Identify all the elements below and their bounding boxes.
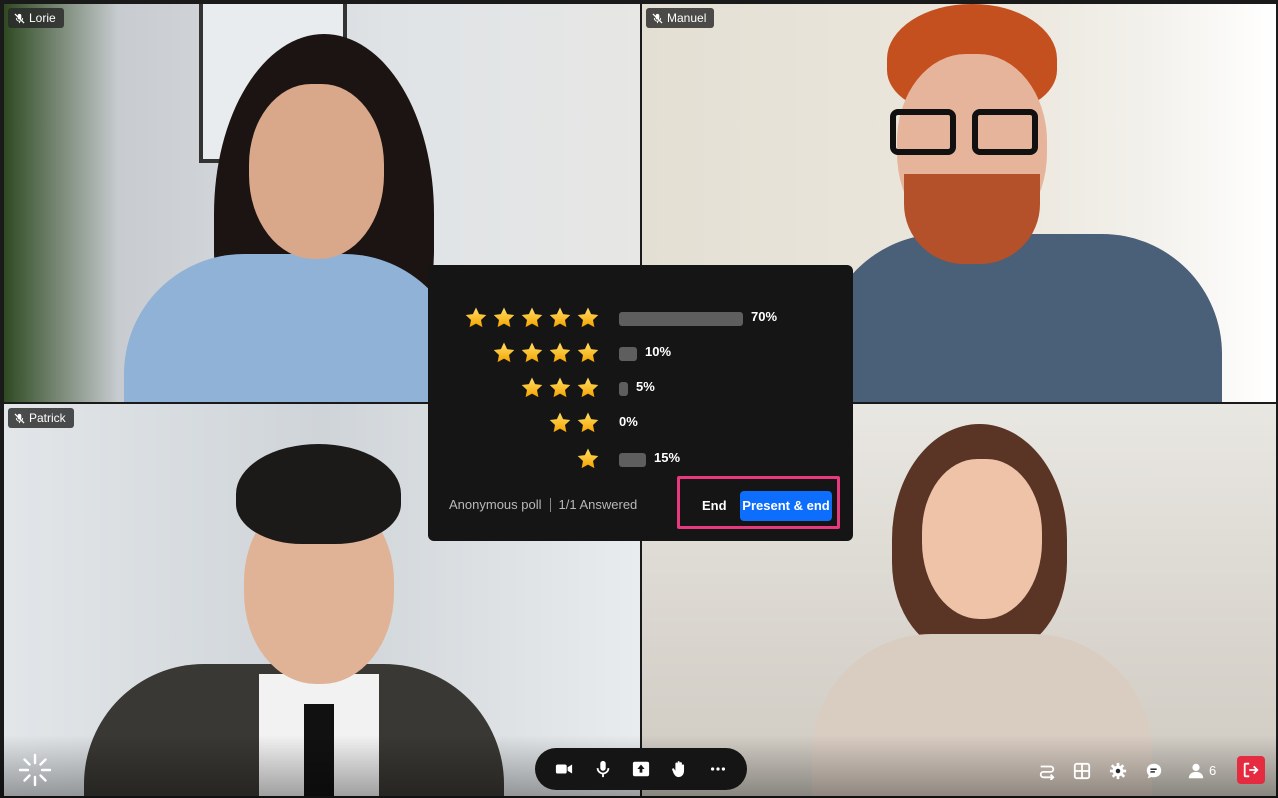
poll-results-panel: 70% 10% 5% 0% 15% Anonymous poll 1/1 Ans… (428, 265, 853, 541)
result-percent: 10% (645, 344, 672, 359)
result-percent: 5% (636, 379, 655, 394)
grid-layout-icon[interactable] (1071, 760, 1093, 782)
star-rating-4 (492, 341, 600, 365)
raise-hand-icon[interactable] (669, 759, 689, 779)
video-camera-icon[interactable] (554, 759, 574, 779)
star-icon (549, 377, 571, 398)
star-icon (493, 307, 515, 328)
poll-row-4-stars: 10% (428, 341, 853, 365)
participant-name: Patrick (29, 411, 66, 425)
star-rating-5 (464, 306, 600, 330)
star-icon (521, 377, 543, 398)
result-percent: 15% (654, 450, 681, 465)
star-icon (493, 342, 515, 363)
star-icon (521, 342, 543, 363)
result-percent: 70% (751, 309, 778, 324)
answered-count: 1/1 Answered (558, 497, 638, 512)
star-icon (577, 307, 599, 328)
participant-name-tag: Manuel (646, 8, 715, 28)
result-percent: 0% (619, 414, 638, 429)
result-bar (619, 312, 743, 326)
poll-row-1-star: 15% (428, 447, 853, 471)
star-icon (577, 448, 599, 469)
result-bar (619, 347, 637, 361)
switch-view-icon[interactable] (1036, 760, 1058, 782)
star-icon (549, 342, 571, 363)
muted-mic-icon (14, 412, 25, 424)
star-rating-2 (548, 411, 600, 435)
star-icon (577, 412, 599, 433)
star-icon (549, 412, 571, 433)
star-icon (577, 342, 599, 363)
settings-gear-icon[interactable] (1107, 760, 1129, 782)
more-options-icon[interactable] (708, 759, 728, 779)
participant-count: 6 (1209, 763, 1217, 778)
star-rating-3 (520, 376, 600, 400)
star-icon (577, 377, 599, 398)
end-poll-button[interactable]: End (696, 491, 733, 521)
divider (549, 497, 551, 512)
participant-name: Lorie (29, 11, 56, 25)
poll-type-label: Anonymous poll (449, 497, 542, 512)
muted-mic-icon (14, 12, 25, 24)
star-rating-1 (576, 447, 600, 471)
muted-mic-icon (652, 12, 663, 24)
participants-icon[interactable] (1185, 760, 1207, 782)
result-bar (619, 382, 628, 396)
star-icon (465, 307, 487, 328)
poll-row-2-stars: 0% (428, 411, 853, 435)
result-bar (619, 453, 646, 467)
poll-row-5-stars: 70% (428, 306, 853, 330)
chat-icon[interactable] (1143, 760, 1165, 782)
app-logo-icon (17, 752, 53, 788)
star-icon (521, 307, 543, 328)
exit-icon (1243, 762, 1259, 778)
star-icon (549, 307, 571, 328)
poll-row-3-stars: 5% (428, 376, 853, 400)
participant-name-tag: Lorie (8, 8, 64, 28)
poll-footer: Anonymous poll 1/1 Answered (449, 497, 637, 512)
microphone-icon[interactable] (593, 759, 613, 779)
call-controls (535, 748, 747, 790)
participant-name: Manuel (667, 11, 707, 25)
present-and-end-button[interactable]: Present & end (740, 491, 832, 521)
participant-name-tag: Patrick (8, 408, 74, 428)
leave-call-button[interactable] (1237, 756, 1265, 784)
share-screen-icon[interactable] (631, 759, 651, 779)
